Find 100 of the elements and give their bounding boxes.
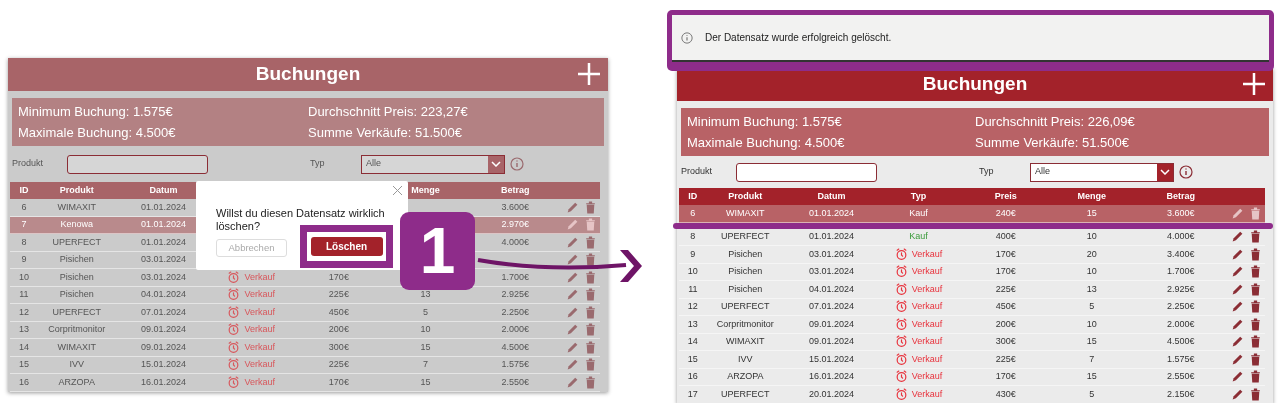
type-label: Verkauf: [244, 340, 275, 354]
table-cell-text: Pisichen: [58, 270, 95, 284]
column-header: Datum: [149, 183, 178, 197]
table-cell-text: 16.01.2024: [139, 375, 187, 389]
table-cell-text: 14: [686, 335, 699, 348]
table-cell-text: 11: [687, 282, 699, 296]
table-cell-text: 10: [1085, 317, 1098, 331]
table-cell-text: 01.01.2024: [139, 218, 187, 231]
table-cell-text: 3.600€: [500, 200, 531, 214]
table-cell-text: 4.000€: [1166, 230, 1196, 243]
table-cell-text: 13: [686, 317, 699, 331]
table-cell-text: WIMAXIT: [56, 200, 97, 214]
table-cell-text: 03.01.2024: [807, 247, 855, 261]
table-cell-text: 07.01.2024: [139, 305, 187, 319]
column-header: Menge: [1077, 189, 1106, 203]
table-cell-text: 300€: [994, 335, 1017, 348]
type-label: Verkauf: [911, 265, 943, 278]
table-cell-text: 1.575€: [1166, 352, 1196, 366]
column-header: Betrag: [501, 183, 530, 197]
table-cell-text: 15: [419, 375, 432, 389]
table-cell-text: 170€: [327, 270, 350, 284]
field-label: Produkt: [681, 165, 714, 179]
stat-label: Summe Verkäufe: 51.500€: [308, 124, 463, 142]
type-label: Verkauf: [244, 323, 275, 336]
table-cell-text: 2.250€: [500, 305, 531, 319]
dialog-message: Willst du diesen Datensatz wirklich löschen?: [216, 207, 386, 233]
column-header: Menge: [411, 183, 440, 197]
column-header: Datum: [817, 189, 846, 203]
table-cell-text: 10: [1085, 230, 1098, 243]
table-cell-text: 200€: [327, 323, 350, 336]
table-cell-text: 10: [419, 323, 432, 336]
table-cell-text: ARZOPA: [57, 375, 96, 389]
table-cell-text: 225€: [327, 288, 350, 301]
table-cell-text: Pisichen: [727, 247, 764, 261]
table-cell-text: 2.550€: [1166, 370, 1196, 383]
toast-message: Der Datensatz wurde erfolgreich gelöscht.: [705, 31, 892, 45]
table-cell-text: 400€: [994, 230, 1017, 243]
table-cell-text: 5: [422, 305, 430, 319]
type-label: Verkauf: [244, 358, 275, 371]
table-cell-text: 10: [17, 270, 30, 284]
table-cell-text: 09.01.2024: [139, 323, 187, 336]
table-cell-text: 09.01.2024: [807, 335, 855, 348]
table-cell-text: 15: [1085, 206, 1098, 220]
table-cell-text: 2.000€: [500, 323, 531, 336]
table-cell-text: 2.550€: [500, 375, 531, 389]
table-cell-text: 6: [689, 206, 697, 220]
table-cell-text: UPERFECT: [720, 387, 771, 401]
stat-label: Durchschnitt Preis: 223,27€: [308, 102, 469, 121]
table-cell-text: 07.01.2024: [807, 300, 855, 313]
table-cell-text: 225€: [994, 352, 1017, 366]
table-cell-text: ARZOPA: [726, 370, 765, 383]
type-label: Verkauf: [911, 300, 943, 313]
table-cell-text: 13: [419, 288, 432, 301]
table-cell-text: 8: [20, 235, 28, 249]
table-cell-text: 200€: [994, 317, 1017, 331]
table-cell-text: 225€: [994, 282, 1017, 296]
table-cell-text: Pisichen: [58, 288, 95, 301]
table-cell-text: 04.01.2024: [139, 288, 187, 301]
type-label: Verkauf: [911, 370, 943, 383]
table-cell-text: 2.925€: [1166, 282, 1196, 296]
type-label: Verkauf: [244, 270, 275, 284]
type-label: Verkauf: [911, 247, 943, 261]
table-cell-text: 170€: [327, 375, 350, 389]
table-cell-text: 03.01.2024: [139, 270, 187, 284]
table-cell-text: UPERFECT: [51, 235, 102, 249]
table-cell-text: 09.01.2024: [139, 340, 187, 354]
table-cell-text: 2.970€: [500, 218, 531, 231]
table-cell-text: UPERFECT: [720, 300, 771, 313]
table-cell-text: 2.000€: [1166, 317, 1196, 331]
table-cell-text: Corpritmonitor: [715, 317, 775, 331]
table-cell-text: 16: [17, 375, 30, 389]
table-cell-text: 01.01.2024: [807, 230, 855, 243]
type-label: Verkauf: [911, 387, 943, 401]
table-cell-text: 8: [689, 230, 697, 243]
table-cell-text: 01.01.2024: [139, 235, 187, 249]
table-cell-text: Pisichen: [727, 265, 764, 278]
table-cell-text: 01.01.2024: [139, 200, 187, 214]
table-cell-text: 03.01.2024: [139, 253, 187, 266]
table-cell-text: IVV: [737, 352, 754, 366]
table-cell-text: 170€: [994, 247, 1017, 261]
table-cell-text: 16: [686, 370, 699, 383]
type-label: Verkauf: [244, 375, 275, 389]
table-cell-text: 15.01.2024: [139, 358, 187, 371]
table-cell-text: 12: [17, 305, 30, 319]
table-cell-text: 15.01.2024: [807, 352, 855, 366]
table-cell-text: 7: [422, 358, 430, 371]
app-title: Buchungen: [255, 62, 361, 87]
column-header: ID: [688, 189, 698, 203]
table-cell-text: 15: [1085, 370, 1098, 383]
table-cell-text: 13: [1085, 282, 1098, 296]
table-cell-text: WIMAXIT: [56, 340, 97, 354]
type-label: Verkauf: [911, 335, 943, 348]
table-cell-text: 13: [17, 323, 30, 336]
table-cell-text: 225€: [327, 358, 350, 371]
table-cell-text: 170€: [994, 370, 1017, 383]
table-cell-text: IVV: [68, 358, 85, 371]
table-cell-text: 1.700€: [500, 270, 531, 284]
table-cell-text: 170€: [994, 265, 1017, 278]
table-cell-text: 20.01.2024: [807, 387, 855, 401]
type-label: Kauf: [909, 230, 928, 243]
